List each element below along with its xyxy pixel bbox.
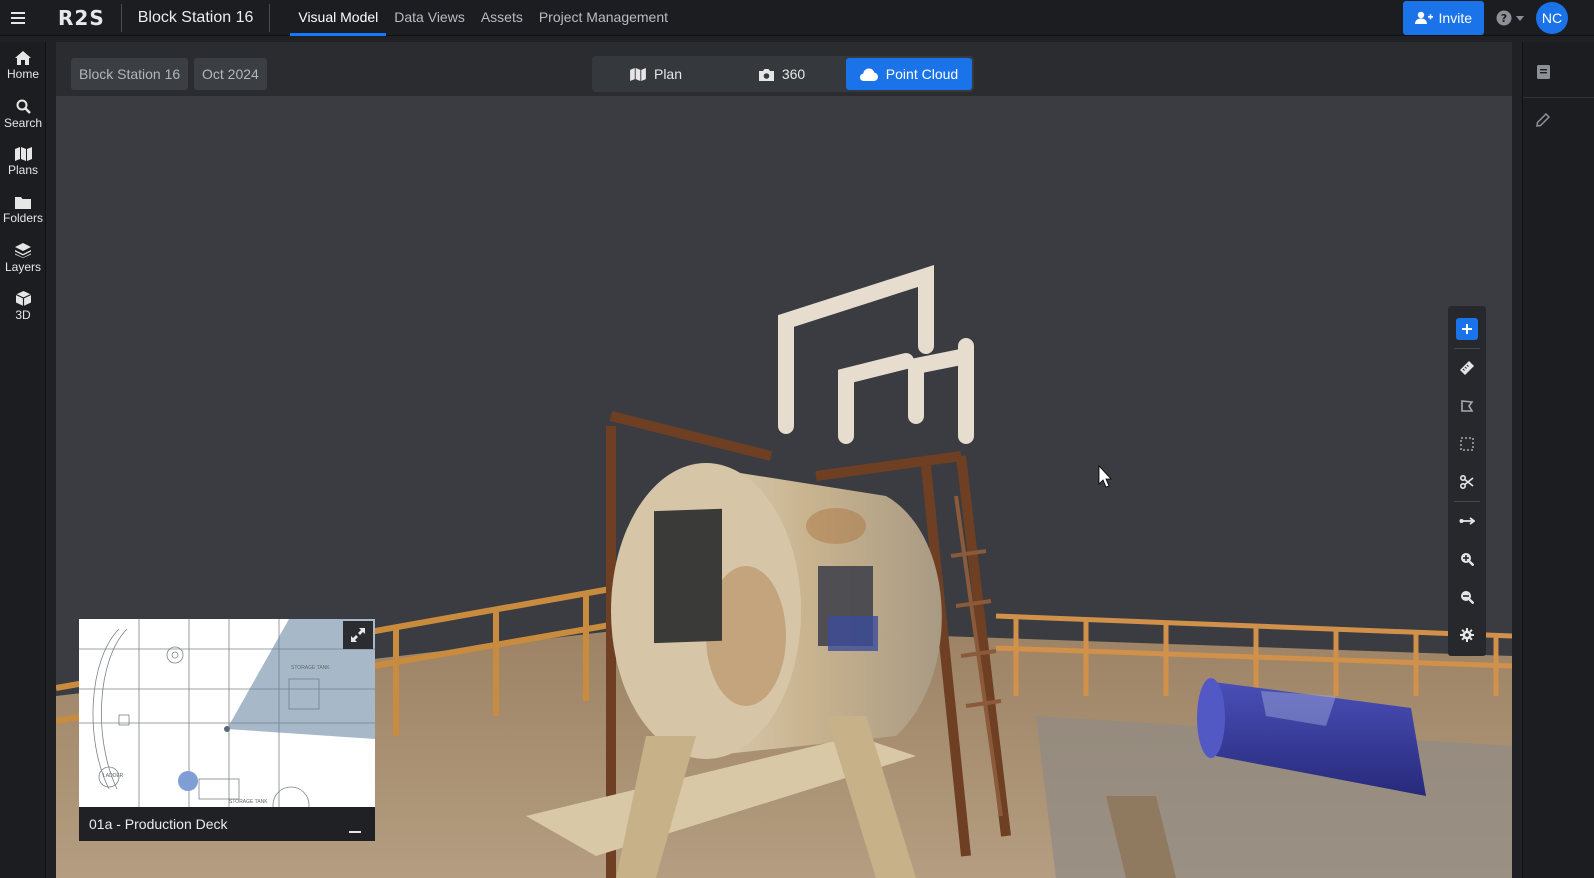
sidebar-item-3d[interactable]: 3D [0, 282, 46, 330]
clip-tool-button[interactable] [1448, 463, 1486, 501]
divider [1523, 97, 1594, 98]
sidebar-item-label: Plans [7, 163, 39, 177]
invite-button[interactable]: Invite [1402, 1, 1484, 35]
help-button[interactable]: ? [1496, 10, 1524, 26]
minimap-minimize-button[interactable] [345, 814, 365, 834]
top-right-controls: Invite ? NC [1402, 0, 1568, 36]
menu-icon [11, 11, 25, 24]
breadcrumb-date[interactable]: Oct 2024 [194, 58, 267, 90]
caret-down-icon [1516, 15, 1524, 21]
line-measure-icon [1459, 517, 1475, 525]
box-select-tool-button[interactable] [1448, 425, 1486, 463]
minimize-icon [349, 831, 361, 833]
folder-icon [15, 196, 31, 209]
area-tool-button[interactable] [1448, 387, 1486, 425]
divider [120, 3, 122, 32]
plan-name: 01a - Production Deck [89, 816, 228, 832]
user-avatar[interactable]: NC [1536, 2, 1568, 34]
tab-project-management[interactable]: Project Management [531, 0, 676, 36]
settings-button[interactable] [1448, 616, 1486, 654]
sidebar-item-home[interactable]: Home [0, 42, 46, 90]
sidebar-item-layers[interactable]: Layers [0, 234, 46, 282]
map-label: LADDER [103, 773, 124, 779]
zoom-out-button[interactable] [1448, 578, 1486, 616]
sidebar-item-plans[interactable]: Plans [0, 138, 46, 186]
help-icon: ? [1496, 10, 1512, 26]
right-side-panel [1522, 42, 1594, 878]
cloud-icon [859, 68, 878, 81]
current-location-marker[interactable] [178, 771, 198, 791]
hamburger-menu-button[interactable] [0, 0, 36, 36]
view-mode-label: 360 [781, 66, 806, 82]
map-label: STORAGE TANK [291, 665, 330, 671]
left-sidebar: Home Search Plans Folders Layers 3D [0, 42, 46, 878]
area-icon [1461, 400, 1474, 412]
pencil-icon [1536, 113, 1550, 127]
viewer-header: Block Station 16 Oct 2024 Plan 360 Point… [56, 42, 1512, 96]
minimap-footer: 01a - Production Deck [79, 807, 375, 841]
notes-panel-button[interactable] [1523, 52, 1563, 92]
sidebar-item-search[interactable]: Search [0, 90, 46, 138]
box-select-icon [1460, 437, 1474, 451]
sidebar-item-label: Layers [4, 259, 42, 274]
settings-icon [1460, 628, 1474, 642]
ruler-icon [1460, 361, 1474, 375]
map-icon [630, 67, 646, 81]
view-mode-plan-button[interactable]: Plan [594, 58, 718, 90]
add-user-icon [1414, 11, 1433, 24]
home-icon [15, 51, 31, 65]
view-mode-point-cloud-button[interactable]: Point Cloud [846, 58, 972, 90]
divider [269, 3, 271, 32]
plan-minimap: STORAGE TANK LADDER STORAGE TANK 01a - P… [79, 619, 375, 841]
viewer-area: Block Station 16 Oct 2024 Plan 360 Point… [56, 42, 1512, 878]
sidebar-item-label: Search [3, 115, 43, 130]
top-bar: R2S Block Station 16 Visual Model Data V… [0, 0, 1594, 36]
view-mode-switcher: Plan 360 Point Cloud [592, 56, 974, 92]
minimap-expand-button[interactable] [343, 621, 373, 649]
map-icon [14, 147, 32, 161]
line-measure-tool-button[interactable] [1448, 502, 1486, 540]
scissors-icon [1460, 475, 1474, 489]
edit-panel-button[interactable] [1523, 100, 1563, 140]
app-logo[interactable]: R2S [58, 6, 105, 30]
plan-drawing: STORAGE TANK LADDER STORAGE TANK [79, 619, 375, 807]
ruler-tool-button[interactable] [1448, 349, 1486, 387]
zoom-in-icon [1461, 553, 1474, 566]
layers-icon [15, 242, 31, 258]
tab-visual-model[interactable]: Visual Model [290, 0, 387, 36]
add-tool-button[interactable] [1448, 310, 1486, 348]
tab-data-views[interactable]: Data Views [386, 0, 473, 36]
measurement-toolbar [1448, 306, 1486, 656]
zoom-in-button[interactable] [1448, 540, 1486, 578]
invite-label: Invite [1438, 10, 1472, 26]
add-icon [1462, 324, 1472, 334]
search-icon [16, 99, 31, 114]
sidebar-item-label: Folders [2, 210, 43, 225]
svg-text:?: ? [1501, 12, 1507, 25]
cube-icon [15, 290, 31, 306]
minimap-plan-view[interactable]: STORAGE TANK LADDER STORAGE TANK [79, 619, 375, 807]
breadcrumb-site[interactable]: Block Station 16 [71, 58, 189, 90]
mouse-cursor [1098, 464, 1112, 488]
main-nav-tabs: Visual Model Data Views Assets Project M… [290, 0, 676, 36]
view-mode-360-button[interactable]: 360 [718, 58, 846, 90]
sidebar-item-folders[interactable]: Folders [0, 186, 46, 234]
view-mode-label: Plan [653, 66, 683, 82]
tank-rust [806, 508, 866, 544]
sidebar-item-label: Home [6, 67, 39, 81]
tab-assets[interactable]: Assets [473, 0, 531, 36]
note-icon [1536, 65, 1550, 79]
zoom-out-icon [1461, 591, 1474, 604]
camera-position-dot [224, 726, 230, 732]
project-title: Block Station 16 [137, 8, 254, 26]
expand-icon [351, 628, 365, 642]
sidebar-item-label: 3D [15, 307, 31, 322]
camera-icon [758, 68, 774, 81]
view-mode-label: Point Cloud [885, 66, 959, 82]
map-label: STORAGE TANK [229, 799, 268, 805]
diesel-tank-sign [654, 508, 722, 644]
tank-blue-patch [828, 616, 878, 651]
vent-pipes [778, 265, 974, 444]
